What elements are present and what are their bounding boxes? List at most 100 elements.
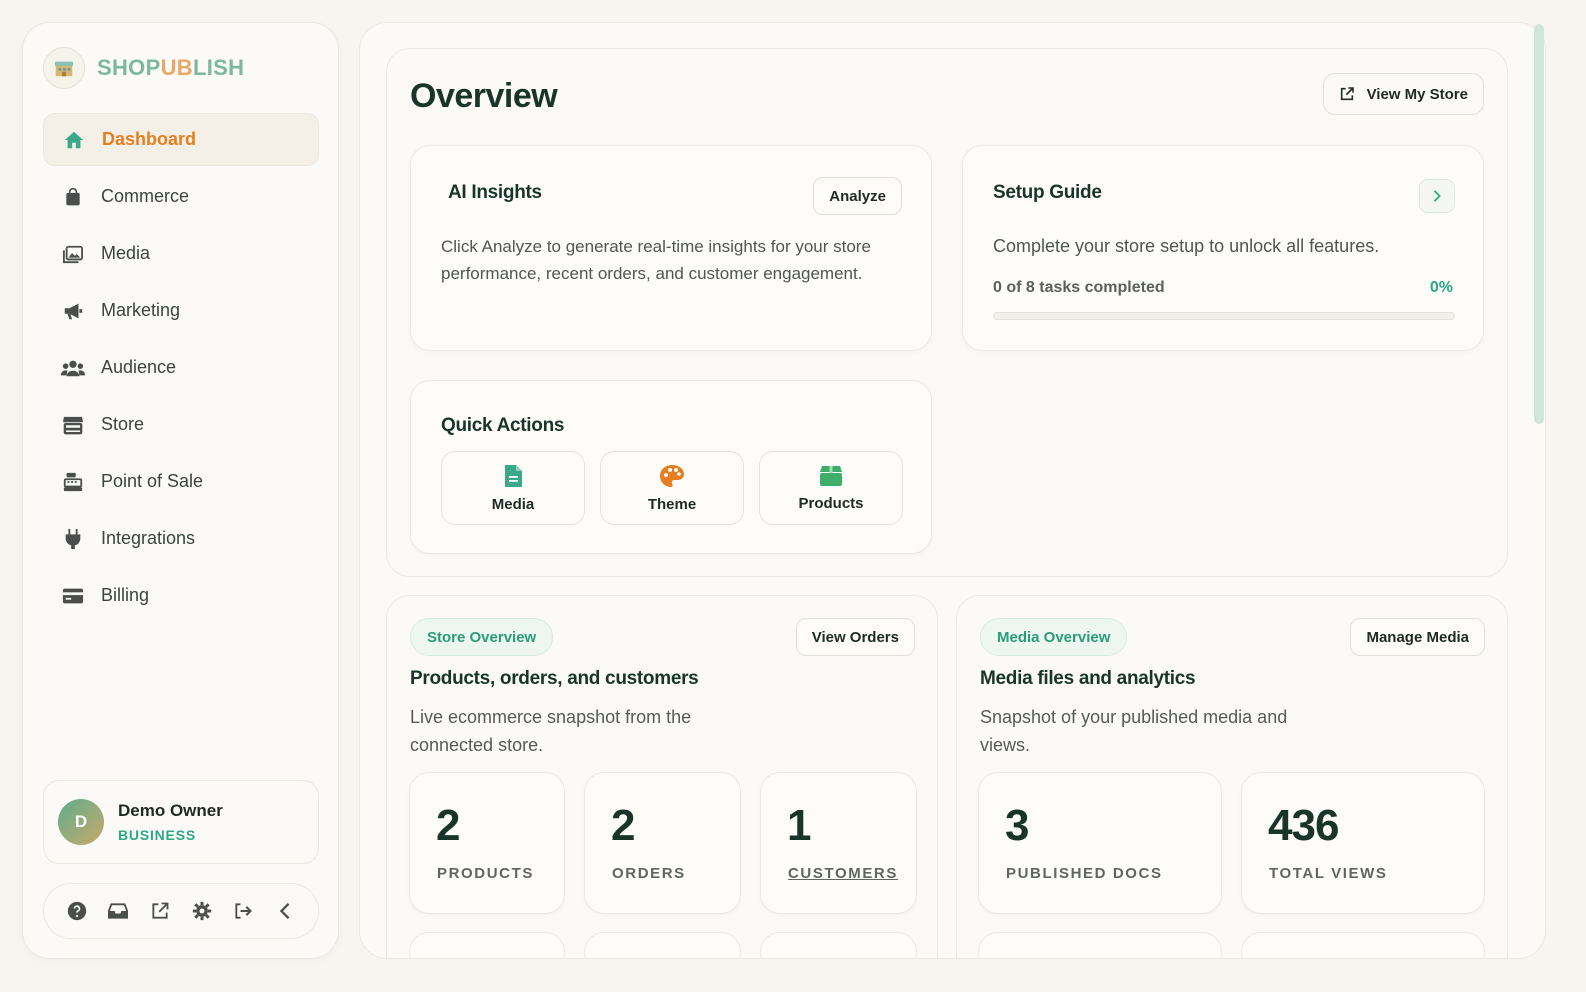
page-title: Overview xyxy=(410,77,558,115)
users-icon xyxy=(61,356,85,380)
sidebar-item-store[interactable]: Store xyxy=(43,398,319,451)
setup-guide-text: Complete your store setup to unlock all … xyxy=(993,236,1380,256)
credit-card-icon xyxy=(61,584,85,608)
sidebar-item-label: Point of Sale xyxy=(101,471,204,491)
avatar: D xyxy=(58,799,104,845)
inbox-icon[interactable] xyxy=(104,897,132,925)
megaphone-icon xyxy=(61,299,85,323)
stat-value: 1 xyxy=(787,801,812,850)
document-icon xyxy=(505,464,522,487)
sidebar-item-billing[interactable]: Billing xyxy=(43,569,319,622)
stat-card-placeholder xyxy=(760,932,917,958)
shopping-bag-icon xyxy=(61,185,85,209)
progress-label: 0 of 8 tasks completed xyxy=(993,279,1165,296)
sidebar-item-point-of-sale[interactable]: Point of Sale xyxy=(43,455,319,508)
media-overview-title: Media files and analytics xyxy=(980,668,1196,689)
view-my-store-button[interactable]: View My Store xyxy=(1322,73,1484,115)
quick-action-label: Media xyxy=(491,495,535,513)
store-overview-subtitle: Live ecommerce snapshot from the connect… xyxy=(410,707,692,755)
brand[interactable]: SHOPUBLISH xyxy=(43,47,244,89)
store-overview-title: Products, orders, and customers xyxy=(410,668,699,689)
stat-card-published-docs[interactable]: 3 PUBLISHED DOCS xyxy=(978,772,1222,914)
palette-icon xyxy=(660,464,684,487)
sidebar-footer-toolbar xyxy=(43,883,319,939)
sidebar-item-label: Audience xyxy=(101,357,177,377)
analyze-button[interactable]: Analyze xyxy=(813,177,902,215)
store-overview-tag: Store Overview xyxy=(410,618,554,656)
plug-icon xyxy=(61,527,85,551)
sidebar-item-label: Integrations xyxy=(101,528,196,548)
stat-card-total-views[interactable]: 436 TOTAL VIEWS xyxy=(1241,772,1485,914)
cash-register-icon xyxy=(61,470,85,494)
stat-label: PRODUCTS xyxy=(437,865,534,882)
stat-label: ORDERS xyxy=(612,865,686,882)
external-link-icon[interactable] xyxy=(146,897,174,925)
main-scrollbar[interactable] xyxy=(1534,24,1544,424)
quick-actions-card: Quick Actions Media Theme Products xyxy=(410,380,932,554)
ai-insights-card: AI Insights Analyze Click Analyze to gen… xyxy=(410,145,932,351)
progress-percent: 0% xyxy=(1429,279,1453,296)
progress-bar xyxy=(993,312,1455,320)
quick-action-theme-button[interactable]: Theme xyxy=(600,451,744,525)
customers-link[interactable]: CUSTOMERS xyxy=(788,865,898,882)
stat-card-placeholder xyxy=(1241,932,1485,958)
store-building-icon xyxy=(43,47,85,89)
quick-action-media-button[interactable]: Media xyxy=(441,451,585,525)
home-icon xyxy=(62,128,86,152)
sidebar-item-label: Commerce xyxy=(101,186,190,206)
external-link-icon xyxy=(1339,86,1355,102)
view-orders-button[interactable]: View Orders xyxy=(795,618,915,656)
sidebar-item-audience[interactable]: Audience xyxy=(43,341,319,394)
quick-action-label: Theme xyxy=(647,495,697,513)
stat-label: TOTAL VIEWS xyxy=(1269,865,1388,882)
stat-card-orders[interactable]: 2 ORDERS xyxy=(584,772,741,914)
user-plan-badge: BUSINESS xyxy=(118,827,196,843)
sidebar-item-commerce[interactable]: Commerce xyxy=(43,170,319,223)
stat-card-products[interactable]: 2 PRODUCTS xyxy=(409,772,565,914)
sidebar: SHOPUBLISH Dashboard Commerce Media Mark… xyxy=(22,22,339,959)
ai-insights-text: Click Analyze to generate real-time insi… xyxy=(441,237,871,283)
overview-panel: Overview View My Store AI Insights Analy… xyxy=(386,48,1508,577)
quick-action-products-button[interactable]: Products xyxy=(759,451,903,525)
store-overview-section: Store Overview View Orders Products, ord… xyxy=(386,595,938,958)
help-icon[interactable] xyxy=(63,897,91,925)
setup-guide-open-button[interactable] xyxy=(1419,179,1455,213)
setup-guide-card: Setup Guide Complete your store setup to… xyxy=(962,145,1484,351)
sidebar-item-label: Marketing xyxy=(101,300,181,320)
quick-action-label: Products xyxy=(798,494,864,512)
stat-card-customers[interactable]: 1 CUSTOMERS xyxy=(760,772,917,914)
view-my-store-label: View My Store xyxy=(1366,85,1468,103)
sidebar-item-media[interactable]: Media xyxy=(43,227,319,280)
sidebar-item-label: Media xyxy=(101,243,151,263)
images-icon xyxy=(61,242,85,266)
stat-value: 436 xyxy=(1268,801,1339,850)
brand-name: SHOPUBLISH xyxy=(97,55,245,80)
chevron-right-icon xyxy=(1433,190,1441,202)
stat-card-placeholder xyxy=(409,932,565,958)
sidebar-item-label: Store xyxy=(101,414,145,434)
stat-value: 3 xyxy=(1005,801,1030,850)
ai-insights-title: AI Insights xyxy=(448,182,542,203)
stat-value: 2 xyxy=(436,801,461,850)
sidebar-item-label: Dashboard xyxy=(102,129,197,149)
manage-media-button[interactable]: Manage Media xyxy=(1350,618,1485,656)
sidebar-item-marketing[interactable]: Marketing xyxy=(43,284,319,337)
stat-label: PUBLISHED DOCS xyxy=(1006,865,1163,882)
settings-icon[interactable] xyxy=(188,897,216,925)
stat-value: 2 xyxy=(611,801,636,850)
sidebar-nav: Dashboard Commerce Media Marketing Audie… xyxy=(43,113,319,626)
user-card[interactable]: D Demo Owner BUSINESS xyxy=(43,780,319,864)
collapse-chevron-icon[interactable] xyxy=(271,897,299,925)
sidebar-item-integrations[interactable]: Integrations xyxy=(43,512,319,565)
sidebar-item-dashboard[interactable]: Dashboard xyxy=(43,113,319,166)
stat-card-placeholder xyxy=(978,932,1222,958)
logout-icon[interactable] xyxy=(229,897,257,925)
media-overview-subtitle: Snapshot of your published media and vie… xyxy=(980,707,1288,755)
setup-guide-title: Setup Guide xyxy=(993,182,1102,203)
stat-card-placeholder xyxy=(584,932,741,958)
user-name: Demo Owner xyxy=(118,801,223,820)
storefront-icon xyxy=(61,413,85,437)
media-overview-section: Media Overview Manage Media Media files … xyxy=(956,595,1508,958)
media-overview-tag: Media Overview xyxy=(980,618,1128,656)
sidebar-item-label: Billing xyxy=(101,585,150,605)
